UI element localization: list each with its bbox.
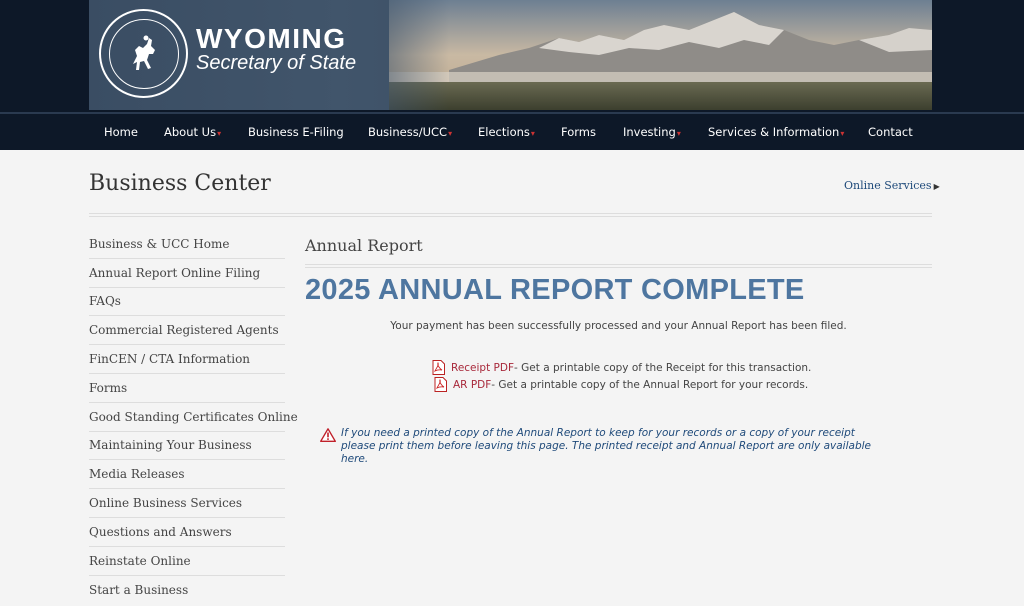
sidebar-item-online-business-services[interactable]: Online Business Services (89, 489, 285, 518)
warning-text: If you need a printed copy of the Annual… (341, 427, 871, 465)
sidebar-item-maintaining-business[interactable]: Maintaining Your Business (89, 432, 285, 461)
nav-business-e-filing[interactable]: Business E-Filing (248, 125, 344, 139)
sidebar: Business & UCC Home Annual Report Online… (89, 230, 298, 605)
sidebar-item-faqs[interactable]: FAQs (89, 288, 285, 317)
main-nav: Home About Us▾ Business E-Filing Busines… (0, 112, 1024, 150)
site-title[interactable]: WYOMING (196, 23, 347, 55)
confirmation-heading: 2025 ANNUAL REPORT COMPLETE (305, 274, 805, 306)
section-title: Annual Report (305, 236, 423, 255)
nav-services-information[interactable]: Services & Information▾ (708, 125, 844, 139)
nav-investing[interactable]: Investing▾ (623, 125, 681, 139)
sidebar-item-annual-report-online-filing[interactable]: Annual Report Online Filing (89, 259, 285, 288)
pdf-icon (434, 377, 447, 392)
nav-contact[interactable]: Contact (868, 125, 913, 139)
nav-home[interactable]: Home (104, 125, 138, 139)
content-area: Business Center Online Services ▶ Busines… (0, 150, 1024, 606)
dropdown-caret-icon: ▾ (217, 129, 222, 138)
divider (305, 264, 932, 268)
sidebar-item-commercial-registered-agents[interactable]: Commercial Registered Agents (89, 316, 285, 346)
payment-message: Your payment has been successfully proce… (390, 320, 847, 332)
header: WYOMING Secretary of State (0, 0, 1024, 112)
ar-pdf-description: - Get a printable copy of the Annual Rep… (491, 378, 809, 391)
sidebar-item-business-ucc-home[interactable]: Business & UCC Home (89, 230, 285, 259)
nav-forms[interactable]: Forms (561, 125, 596, 139)
sidebar-item-forms[interactable]: Forms (89, 374, 285, 403)
warning-icon (320, 428, 336, 442)
bucking-horse-icon (132, 35, 155, 70)
receipt-pdf-row: Receipt PDF - Get a printable copy of th… (432, 360, 811, 375)
wyoming-seal-logo[interactable] (99, 9, 188, 98)
ar-pdf-row: AR PDF - Get a printable copy of the Ann… (434, 377, 808, 392)
nav-business-ucc[interactable]: Business/UCC▾ (368, 125, 452, 139)
mountain-photo (389, 0, 932, 110)
dropdown-caret-icon: ▾ (676, 129, 681, 138)
site-subtitle: Secretary of State (196, 52, 357, 74)
arrow-right-icon: ▶ (933, 182, 940, 191)
online-services-link[interactable]: Online Services ▶ (844, 179, 940, 192)
sidebar-item-reinstate-online[interactable]: Reinstate Online (89, 547, 285, 576)
sidebar-item-questions-answers[interactable]: Questions and Answers (89, 518, 285, 547)
dropdown-caret-icon: ▾ (448, 129, 453, 138)
sidebar-item-media-releases[interactable]: Media Releases (89, 460, 285, 490)
dropdown-caret-icon: ▾ (840, 129, 845, 138)
banner: WYOMING Secretary of State (89, 0, 932, 110)
receipt-pdf-description: - Get a printable copy of the Receipt fo… (514, 361, 812, 374)
sidebar-item-fincen-cta[interactable]: FinCEN / CTA Information (89, 345, 285, 374)
page-title: Business Center (89, 171, 271, 196)
print-warning: If you need a printed copy of the Annual… (320, 427, 920, 466)
divider (89, 213, 932, 217)
sidebar-item-start-business[interactable]: Start a Business (89, 576, 285, 605)
receipt-pdf-link[interactable]: Receipt PDF (451, 362, 514, 374)
nav-about-us[interactable]: About Us▾ (164, 125, 221, 139)
nav-elections[interactable]: Elections▾ (478, 125, 535, 139)
sidebar-item-good-standing[interactable]: Good Standing Certificates Online (89, 403, 298, 432)
ar-pdf-link[interactable]: AR PDF (453, 379, 491, 391)
dropdown-caret-icon: ▾ (530, 129, 535, 138)
pdf-icon (432, 360, 445, 375)
